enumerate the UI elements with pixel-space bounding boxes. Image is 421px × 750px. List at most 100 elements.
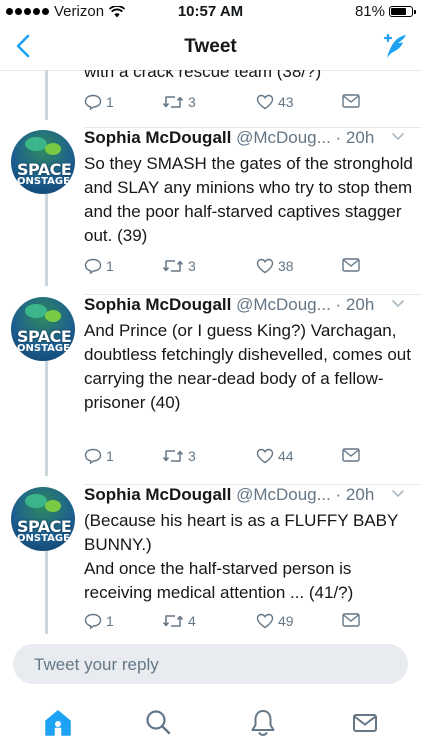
retweet-button[interactable]: 3 — [162, 94, 196, 110]
previous-tweet-text: with a crack rescue team (38/?) — [84, 70, 322, 81]
tweet-text: And Prince (or I guess King?) Varchagan,… — [84, 321, 411, 412]
reply-input[interactable]: Tweet your reply — [13, 644, 408, 684]
like-button[interactable]: 49 — [256, 613, 294, 629]
tweet-actions: 1 4 49 — [84, 613, 384, 635]
reply-placeholder: Tweet your reply — [34, 655, 159, 674]
avatar[interactable]: SPACE ONSTAGE — [11, 130, 75, 194]
tweet-text: So they SMASH the gates of the stronghol… — [84, 154, 413, 245]
direct-message-button[interactable] — [342, 448, 360, 462]
tweet-header: Sophia McDougall @McDoug... · 20h — [84, 128, 374, 148]
tweet-time: · 20h — [335, 128, 375, 147]
tweet[interactable]: SPACE ONSTAGE Sophia McDougall @McDoug..… — [0, 295, 421, 484]
reply-button[interactable]: 1 — [84, 613, 114, 629]
retweet-button[interactable]: 3 — [162, 448, 196, 464]
envelope-icon — [342, 613, 360, 627]
status-right: 81% — [354, 3, 416, 20]
reply-icon — [84, 448, 102, 464]
like-button[interactable]: 43 — [256, 94, 294, 110]
avatar-art — [25, 304, 47, 318]
search-icon[interactable] — [140, 705, 176, 741]
tweet-text-line: (Because his heart is as a FLUFFY BABY B… — [84, 511, 399, 554]
tweet[interactable]: SPACE ONSTAGE Sophia McDougall @McDoug..… — [0, 128, 421, 295]
messages-icon[interactable] — [347, 705, 383, 741]
heart-icon — [256, 613, 274, 629]
tweet-time: · 20h — [335, 295, 375, 314]
retweet-icon — [162, 615, 184, 627]
retweet-count: 4 — [188, 613, 196, 629]
reply-button[interactable]: 1 — [84, 258, 114, 274]
battery-icon — [389, 6, 416, 17]
tweet-actions: 1 3 44 — [84, 448, 384, 470]
reply-count: 1 — [106, 613, 114, 629]
notifications-icon[interactable] — [245, 705, 281, 741]
compose-tweet-icon[interactable] — [379, 30, 411, 62]
status-bar: Verizon 10:57 AM 81% — [0, 0, 421, 24]
like-count: 44 — [278, 448, 294, 464]
tweet-time: · 20h — [335, 485, 375, 504]
author-name[interactable]: Sophia McDougall — [84, 485, 231, 504]
reply-button[interactable]: 1 — [84, 94, 114, 110]
retweet-icon — [162, 450, 184, 462]
like-button[interactable]: 44 — [256, 448, 294, 464]
envelope-icon — [342, 448, 360, 462]
battery-percent: 81% — [354, 3, 385, 20]
avatar-art — [25, 137, 47, 151]
reply-button[interactable]: 1 — [84, 448, 114, 464]
direct-message-button[interactable] — [342, 258, 360, 272]
retweet-button[interactable]: 4 — [162, 613, 196, 629]
avatar-logo-subtext: ONSTAGE — [17, 533, 70, 544]
chevron-down-icon[interactable] — [391, 132, 405, 142]
avatar-logo-subtext: ONSTAGE — [17, 343, 70, 354]
tweet-text-line: And once the half-starved person is rece… — [84, 559, 354, 602]
avatar-art — [45, 310, 61, 322]
retweet-button[interactable]: 3 — [162, 258, 196, 274]
heart-icon — [256, 258, 274, 274]
avatar-art — [45, 500, 61, 512]
reply-count: 1 — [106, 448, 114, 464]
author-name[interactable]: Sophia McDougall — [84, 295, 231, 314]
tweet-thread: with a crack rescue team (38/?) 1 3 43 S… — [0, 70, 421, 635]
tweet-header: Sophia McDougall @McDoug... · 20h — [84, 295, 374, 315]
tweet-header: Sophia McDougall @McDoug... · 20h — [84, 485, 374, 505]
author-name[interactable]: Sophia McDougall — [84, 128, 231, 147]
previous-tweet-actions: 1 3 43 — [84, 94, 384, 116]
heart-icon — [256, 94, 274, 110]
author-handle[interactable]: @McDoug... — [236, 295, 331, 314]
chevron-down-icon[interactable] — [391, 489, 405, 499]
chevron-down-icon[interactable] — [391, 299, 405, 309]
home-icon[interactable] — [40, 705, 76, 741]
like-count: 49 — [278, 613, 294, 629]
tweet-text: (Because his heart is as a FLUFFY BABY B… — [84, 509, 416, 605]
envelope-icon — [342, 258, 360, 272]
retweet-count: 3 — [188, 94, 196, 110]
avatar-art — [45, 143, 61, 155]
author-handle[interactable]: @McDoug... — [236, 128, 331, 147]
reply-icon — [84, 613, 102, 629]
tweet-actions: 1 3 38 — [84, 258, 384, 280]
avatar-logo-subtext: ONSTAGE — [17, 176, 70, 187]
direct-message-button[interactable] — [342, 94, 360, 108]
thread-line — [45, 70, 48, 120]
like-count: 43 — [278, 94, 294, 110]
direct-message-button[interactable] — [342, 613, 360, 627]
tweet[interactable]: SPACE ONSTAGE Sophia McDougall @McDoug..… — [0, 485, 421, 635]
like-button[interactable]: 38 — [256, 258, 294, 274]
reply-count: 1 — [106, 94, 114, 110]
reply-icon — [84, 258, 102, 274]
avatar-art — [25, 494, 47, 508]
reply-count: 1 — [106, 258, 114, 274]
envelope-icon — [342, 94, 360, 108]
author-handle[interactable]: @McDoug... — [236, 485, 331, 504]
like-count: 38 — [278, 258, 294, 274]
battery-fill — [391, 8, 406, 15]
retweet-count: 3 — [188, 448, 196, 464]
retweet-count: 3 — [188, 258, 196, 274]
retweet-icon — [162, 260, 184, 272]
reply-icon — [84, 94, 102, 110]
page-title: Tweet — [184, 36, 237, 57]
retweet-icon — [162, 96, 184, 108]
avatar[interactable]: SPACE ONSTAGE — [11, 487, 75, 551]
avatar[interactable]: SPACE ONSTAGE — [11, 297, 75, 361]
heart-icon — [256, 448, 274, 464]
nav-bar: Tweet — [0, 24, 421, 71]
